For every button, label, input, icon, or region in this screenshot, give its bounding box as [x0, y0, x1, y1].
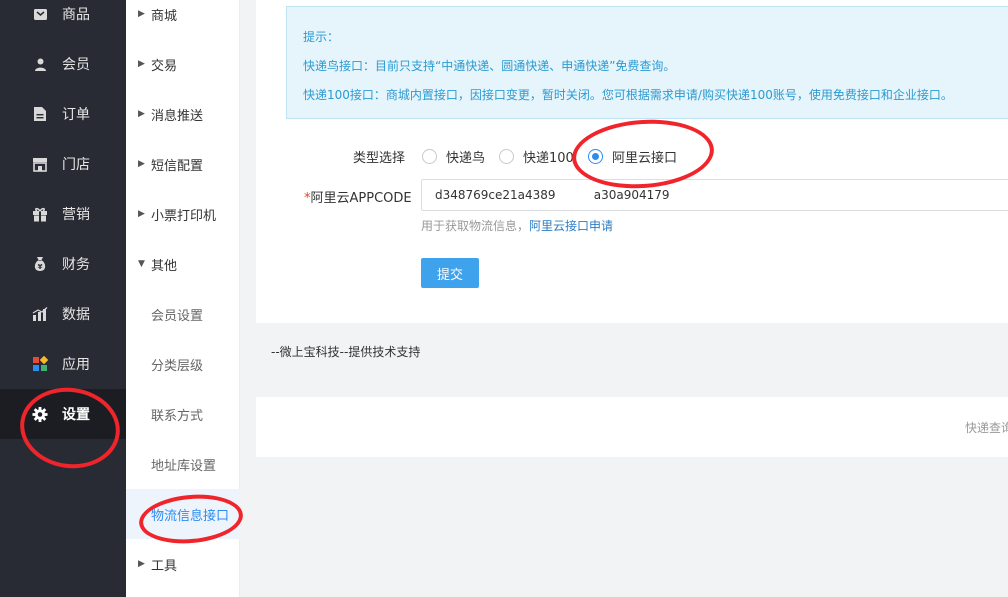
svg-text:¥: ¥	[38, 263, 43, 271]
footer-support-text: --微上宝科技--提供技术支持	[271, 345, 421, 359]
sidebar-item-orders[interactable]: 订单	[0, 89, 126, 139]
sidebar-item-goods[interactable]: 商品	[0, 0, 126, 39]
sidebar-item-data[interactable]: 数据	[0, 289, 126, 339]
sidebar-item-finance[interactable]: ¥ 财务	[0, 239, 126, 289]
gift-icon	[32, 206, 48, 222]
sidebar-item-marketing[interactable]: 营销	[0, 189, 126, 239]
chart-icon	[32, 306, 48, 322]
secondary-sidebar: ▶ 商城 ▶ 交易 ▶ 消息推送 ▶ 短信配置 ▶ 小票打印机 ▼ 其他 会员设置 分类层级…	[126, 0, 240, 597]
radio-circle	[422, 149, 437, 164]
subnav-item-printer[interactable]: ▶ 小票打印机	[126, 189, 240, 239]
gear-icon	[32, 406, 48, 422]
user-icon	[32, 56, 48, 72]
radio-circle	[499, 149, 514, 164]
subnav-item-contact[interactable]: 联系方式	[126, 389, 240, 439]
subnav-item-logistics-api[interactable]: 物流信息接口	[126, 489, 240, 539]
submit-button[interactable]: 提交	[421, 258, 479, 288]
caret-right-icon: ▶	[138, 159, 145, 169]
store-icon	[32, 156, 48, 172]
subnav-item-member-settings[interactable]: 会员设置	[126, 289, 240, 339]
settings-form-panel: 提示： 快递鸟接口：目前只支持“中通快递、圆通快递、申通快递”免费查询。 快递1…	[256, 0, 1008, 323]
subnav-item-category-levels[interactable]: 分类层级	[126, 339, 240, 389]
caret-right-icon: ▶	[138, 559, 145, 569]
tip-line-2: 快递100接口：商城内置接口，因接口变更，暂时关闭。您可根据需求申请/购买快递1…	[303, 88, 953, 102]
apps-icon	[32, 356, 48, 372]
sidebar-item-settings[interactable]: 设置	[0, 389, 126, 439]
appcode-label: *阿里云APPCODE	[304, 191, 412, 206]
sidebar-item-members[interactable]: 会员	[0, 39, 126, 89]
appcode-help: 用于获取物流信息，阿里云接口申请	[421, 219, 614, 233]
order-icon	[32, 106, 48, 122]
bottom-panel-text: 快递查询	[965, 421, 1008, 435]
subnav-item-tools[interactable]: ▶ 工具	[126, 539, 240, 589]
sidebar-item-store[interactable]: 门店	[0, 139, 126, 189]
subnav-item-push[interactable]: ▶ 消息推送	[126, 89, 240, 139]
caret-right-icon: ▶	[138, 59, 145, 69]
tip-box: 提示： 快递鸟接口：目前只支持“中通快递、圆通快递、申通快递”免费查询。 快递1…	[286, 6, 1008, 119]
caret-right-icon: ▶	[138, 109, 145, 119]
radio-kuaidi100[interactable]: 快递100	[499, 147, 574, 166]
money-bag-icon: ¥	[32, 256, 48, 272]
caret-down-icon: ▼	[138, 259, 145, 269]
bottom-panel: 快递查询	[256, 397, 1008, 457]
aliyun-apply-link[interactable]: 阿里云接口申请	[529, 219, 613, 233]
radio-aliyun[interactable]: 阿里云接口	[588, 147, 677, 166]
goods-icon	[32, 6, 48, 22]
caret-right-icon: ▶	[138, 209, 145, 219]
caret-right-icon: ▶	[138, 9, 145, 19]
subnav-item-mall[interactable]: ▶ 商城	[126, 0, 240, 39]
tip-line-1: 快递鸟接口：目前只支持“中通快递、圆通快递、申通快递”免费查询。	[303, 59, 676, 73]
subnav-item-other[interactable]: ▼ 其他	[126, 239, 240, 289]
tip-title: 提示：	[303, 30, 340, 44]
subnav-item-address-library[interactable]: 地址库设置	[126, 439, 240, 489]
sidebar-item-apps[interactable]: 应用	[0, 339, 126, 389]
type-label: 类型选择	[353, 151, 406, 166]
subnav-item-trade[interactable]: ▶ 交易	[126, 39, 240, 89]
radio-circle-checked	[588, 149, 603, 164]
radio-kdniao[interactable]: 快递鸟	[422, 147, 485, 166]
subnav-item-sms[interactable]: ▶ 短信配置	[126, 139, 240, 189]
appcode-input[interactable]	[421, 179, 1008, 211]
primary-sidebar: 商品 会员 订单 门店 营销 ¥ 财务 数据 应用 设置	[0, 0, 126, 597]
